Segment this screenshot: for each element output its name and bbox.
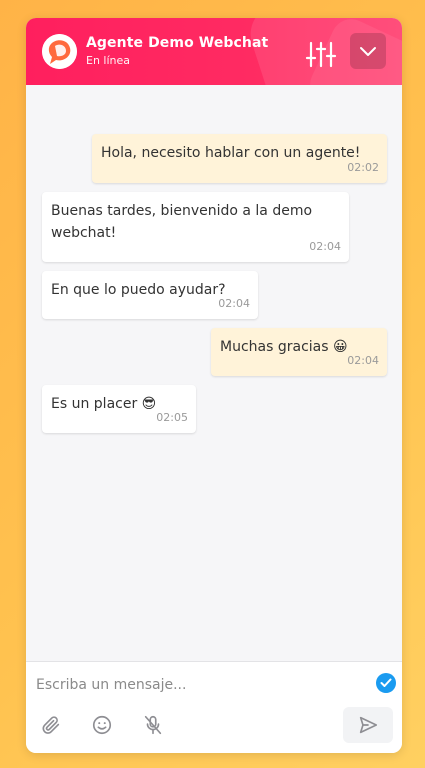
settings-button[interactable] (304, 38, 338, 72)
message-outgoing: Hola, necesito hablar con un agente! 02:… (92, 134, 387, 183)
attachment-icon[interactable] (40, 714, 62, 736)
message-input[interactable] (34, 672, 358, 698)
check-icon[interactable] (376, 673, 396, 693)
message-incoming: Es un placer 😎 02:05 (42, 385, 196, 433)
message-text: Muchas gracias 😀 (220, 339, 348, 355)
send-icon (359, 716, 378, 734)
chat-title: Agente Demo Webchat (86, 35, 269, 51)
message-text: En que lo puedo ayudar? (51, 282, 226, 298)
chevron-down-icon (360, 47, 376, 56)
collapse-button[interactable] (350, 33, 386, 69)
message-time: 02:02 (347, 161, 379, 174)
message-incoming: En que lo puedo ayudar? 02:04 (42, 271, 258, 319)
online-status: En línea (86, 54, 131, 67)
message-time: 02:05 (156, 411, 188, 424)
message-time: 02:04 (347, 354, 379, 367)
message-time: 02:04 (218, 297, 250, 310)
microphone-icon[interactable] (142, 714, 164, 736)
message-incoming: Buenas tardes, bienvenido a la demo webc… (42, 192, 349, 262)
send-button[interactable] (343, 707, 393, 743)
message-time: 02:04 (309, 240, 341, 253)
message-list[interactable]: Hola, necesito hablar con un agente! 02:… (26, 85, 402, 661)
message-composer (26, 661, 402, 753)
sliders-icon (305, 41, 337, 68)
message-text: Hola, necesito hablar con un agente! (101, 145, 361, 161)
chat-header: Agente Demo Webchat En línea (26, 18, 402, 85)
chat-logo-icon (42, 34, 77, 69)
webchat-widget: Agente Demo Webchat En línea Hola, neces… (26, 18, 402, 753)
message-text: Buenas tardes, bienvenido a la demo webc… (51, 203, 313, 241)
message-outgoing: Muchas gracias 😀 02:04 (211, 328, 387, 376)
emoji-icon[interactable] (91, 714, 113, 736)
message-text: Es un placer 😎 (51, 396, 157, 412)
